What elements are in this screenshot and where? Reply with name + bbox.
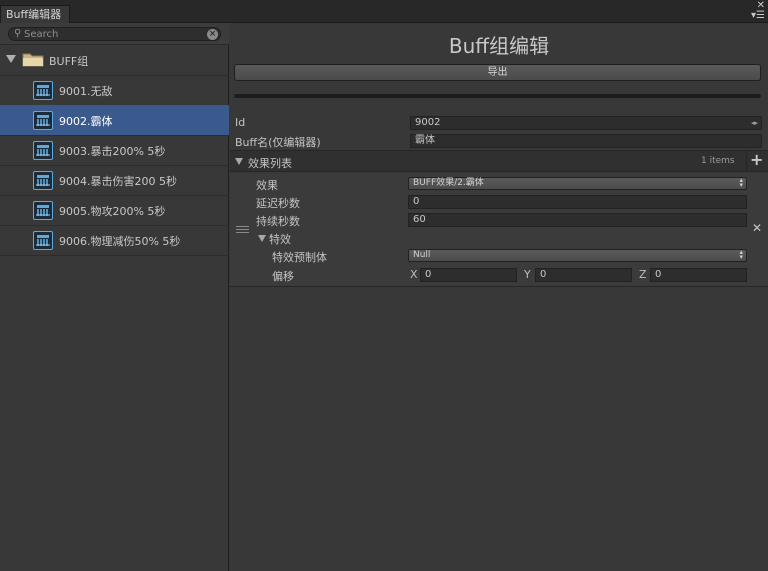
fold-arrow-icon[interactable] — [235, 158, 243, 165]
remove-item-icon[interactable]: ✕ — [752, 221, 762, 235]
delay-field[interactable]: 0 — [408, 195, 747, 209]
buff-name-field[interactable]: 霸体 — [410, 134, 762, 148]
offset-z-value: 0 — [655, 269, 662, 280]
menu-icon[interactable]: ▾☰ — [743, 11, 765, 21]
buff-name-value: 霸体 — [415, 135, 435, 146]
window-tab-bar — [0, 0, 768, 23]
tree-item[interactable]: 9006.物理减伤50% 5秒 — [0, 225, 229, 256]
tree-item[interactable]: 9005.物攻200% 5秒 — [0, 195, 229, 226]
search-bar: ⚲ × — [0, 23, 229, 45]
fx-label: 特效 — [269, 233, 291, 246]
delay-value: 0 — [413, 196, 420, 207]
offset-x-field[interactable]: 0 — [420, 268, 517, 282]
buff-icon — [33, 231, 53, 250]
offset-label: 偏移 — [272, 270, 294, 283]
dropdown-arrows-icon: ▴ ▾ — [739, 176, 743, 189]
add-item-icon[interactable]: + — [750, 150, 763, 169]
id-field[interactable]: 9002 ◂▸ — [410, 116, 762, 130]
effect-label: 效果 — [256, 179, 278, 192]
delay-label: 延迟秒数 — [256, 197, 300, 210]
tree-item-label: 9004.暴击伤害200 5秒 — [59, 175, 177, 188]
fold-arrow-icon[interactable] — [258, 235, 266, 242]
tree-group-label: BUFF组 — [49, 55, 89, 68]
fx-prefab-label: 特效预制体 — [272, 251, 327, 264]
buff-icon — [33, 141, 53, 160]
effects-list-label: 效果列表 — [248, 157, 292, 170]
fx-prefab-value: Null — [413, 250, 431, 260]
offset-x-value: 0 — [425, 269, 432, 280]
fold-arrow-icon[interactable] — [6, 55, 16, 63]
folder-icon — [22, 53, 44, 67]
buff-icon — [33, 201, 53, 220]
divider — [746, 151, 747, 171]
page-title: Buff组编辑 — [448, 34, 550, 58]
effect-dropdown[interactable]: BUFF效果/2.霸体 ▴ ▾ — [408, 177, 747, 190]
tree-item[interactable]: 9002.霸体 — [0, 105, 229, 136]
offset-z-label: Z — [639, 268, 647, 281]
tree-item-label: 9003.暴击200% 5秒 — [59, 145, 166, 158]
tab-buff-editor[interactable]: Buff编辑器 — [0, 5, 70, 23]
drag-handle-icon[interactable] — [236, 225, 249, 235]
effects-list-header[interactable]: 效果列表 1 items + — [230, 150, 768, 172]
buff-icon — [33, 111, 53, 130]
items-count: 1 items — [701, 156, 735, 166]
buff-icon — [33, 171, 53, 190]
duration-field[interactable]: 60 — [408, 213, 747, 227]
window-controls: ✕ ▾☰ — [743, 1, 765, 21]
clear-search-icon[interactable]: × — [207, 29, 218, 40]
left-panel: ⚲ × BUFF组 9001.无敌 9002.霸体 9003.暴击200% 5秒 90… — [0, 23, 229, 571]
duration-value: 60 — [413, 214, 426, 225]
tree-item-label: 9001.无敌 — [59, 85, 113, 98]
offset-y-label: Y — [524, 268, 531, 281]
duration-label: 持续秒数 — [256, 215, 300, 228]
export-button[interactable]: 导出 — [234, 64, 761, 81]
tree-item[interactable]: 9004.暴击伤害200 5秒 — [0, 165, 229, 196]
id-value: 9002 — [415, 117, 441, 128]
effect-value: BUFF效果/2.霸体 — [413, 178, 484, 188]
tree-group-buff[interactable]: BUFF组 — [0, 45, 229, 76]
search-field[interactable]: ⚲ × — [8, 27, 221, 41]
buff-icon — [33, 81, 53, 100]
tree-item[interactable]: 9003.暴击200% 5秒 — [0, 135, 229, 166]
buff-name-label: Buff名(仅编辑器) — [235, 136, 321, 149]
tree-item-label: 9002.霸体 — [59, 115, 113, 128]
stepper-icon[interactable]: ◂▸ — [751, 117, 758, 129]
offset-y-value: 0 — [540, 269, 547, 280]
tree-item[interactable]: 9001.无敌 — [0, 75, 229, 106]
offset-y-field[interactable]: 0 — [535, 268, 632, 282]
fx-prefab-dropdown[interactable]: Null ▴ ▾ — [408, 249, 747, 262]
offset-x-label: X — [410, 268, 418, 281]
dropdown-arrows-icon: ▴ ▾ — [739, 248, 743, 261]
tree-item-label: 9005.物攻200% 5秒 — [59, 205, 166, 218]
search-input[interactable] — [24, 28, 204, 40]
divider — [234, 94, 761, 98]
id-label: Id — [235, 116, 246, 129]
tree-item-label: 9006.物理减伤50% 5秒 — [59, 235, 181, 248]
offset-z-field[interactable]: 0 — [650, 268, 747, 282]
search-icon: ⚲ — [14, 28, 22, 39]
